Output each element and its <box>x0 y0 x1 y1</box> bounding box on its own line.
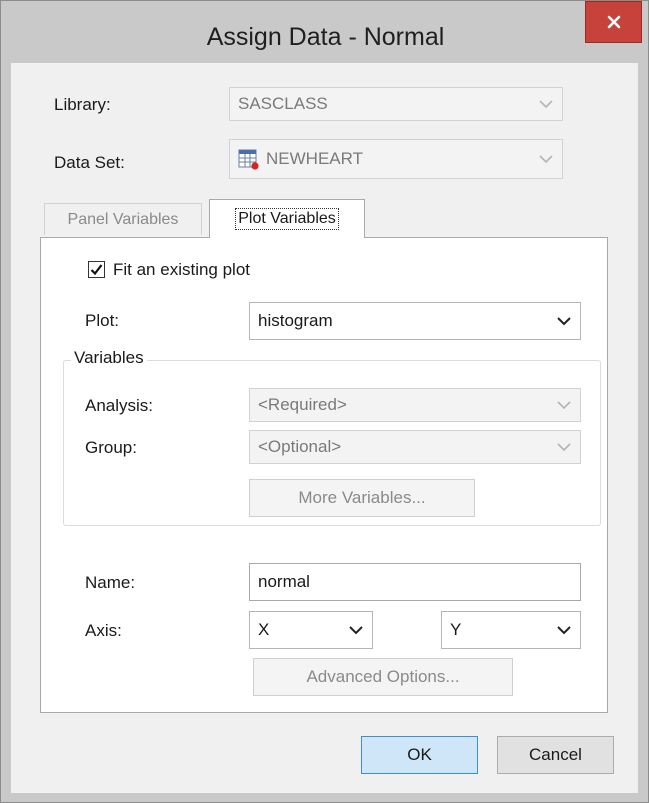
fit-existing-plot-checkbox[interactable] <box>88 261 105 278</box>
analysis-select[interactable]: <Required> <box>249 388 581 422</box>
plot-select[interactable]: histogram <box>249 302 581 340</box>
plot-variables-panel: Fit an existing plot Plot: histogram Var… <box>40 237 608 713</box>
dataset-select[interactable]: NEWHEART <box>229 139 563 179</box>
assign-data-dialog: Assign Data - Normal Library: SASCLASS D… <box>0 0 649 803</box>
group-value: <Optional> <box>258 437 342 456</box>
name-input[interactable]: normal <box>249 563 581 601</box>
dataset-table-icon <box>238 148 260 170</box>
chevron-down-icon <box>556 442 572 452</box>
close-icon <box>607 15 620 29</box>
cancel-button[interactable]: Cancel <box>497 736 614 774</box>
axis-label: Axis: <box>85 621 122 640</box>
group-select[interactable]: <Optional> <box>249 430 581 464</box>
tab-plot-variables-label: Plot Variables <box>235 208 339 230</box>
checkmark-icon <box>90 264 103 276</box>
advanced-options-button[interactable]: Advanced Options... <box>253 658 513 696</box>
fit-existing-plot-label[interactable]: Fit an existing plot <box>113 260 250 280</box>
library-value: SASCLASS <box>238 94 328 113</box>
plot-value: histogram <box>258 311 333 330</box>
axis-x-select[interactable]: X <box>249 611 373 649</box>
library-label: Library: <box>54 95 111 114</box>
chevron-down-icon <box>556 625 572 635</box>
analysis-label: Analysis: <box>85 396 154 415</box>
more-variables-button[interactable]: More Variables... <box>249 479 475 517</box>
dataset-label: Data Set: <box>54 153 125 172</box>
axis-y-select[interactable]: Y <box>441 611 581 649</box>
window-title: Assign Data - Normal <box>206 23 445 51</box>
chevron-down-icon <box>556 400 572 410</box>
chevron-down-icon <box>538 154 554 164</box>
library-select[interactable]: SASCLASS <box>229 87 563 121</box>
tab-plot-variables[interactable]: Plot Variables <box>209 199 365 238</box>
chevron-down-icon <box>556 316 572 326</box>
plot-label: Plot: <box>85 311 120 330</box>
group-label: Group: <box>85 438 137 457</box>
variables-group-title: Variables <box>71 348 147 368</box>
analysis-value: <Required> <box>258 395 347 414</box>
close-button[interactable] <box>585 1 642 43</box>
dialog-body: Library: SASCLASS Data Set: NEWHEART Pan… <box>11 63 638 793</box>
tab-panel-variables-label: Panel Variables <box>67 210 179 228</box>
chevron-down-icon <box>538 99 554 109</box>
chevron-down-icon <box>348 625 364 635</box>
ok-button[interactable]: OK <box>361 736 478 774</box>
name-label: Name: <box>85 573 136 592</box>
tab-panel-variables[interactable]: Panel Variables <box>44 203 202 235</box>
dataset-value: NEWHEART <box>266 149 363 168</box>
